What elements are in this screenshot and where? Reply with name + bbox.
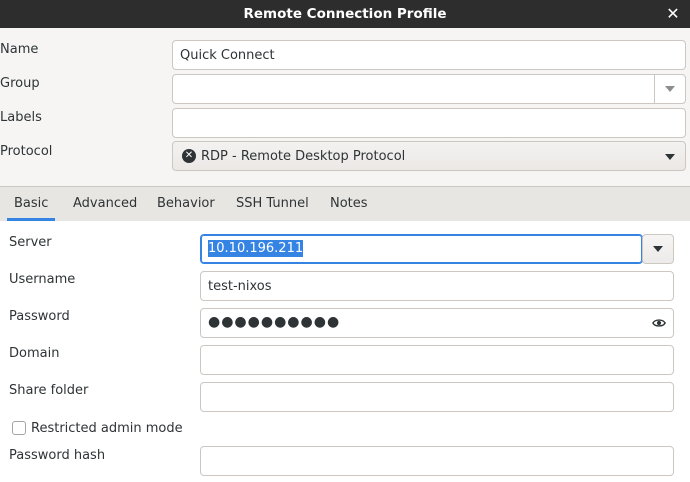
- tab-advanced[interactable]: Advanced: [66, 187, 144, 221]
- labels-label: Labels: [0, 110, 42, 125]
- tab-ssh-tunnel[interactable]: SSH Tunnel: [229, 187, 316, 221]
- group-combo[interactable]: [172, 74, 686, 104]
- domain-label: Domain: [9, 346, 60, 361]
- restricted-admin-label[interactable]: Restricted admin mode: [31, 421, 183, 436]
- username-label: Username: [9, 272, 76, 287]
- domain-input[interactable]: [201, 346, 673, 374]
- server-history-button[interactable]: [642, 234, 674, 264]
- password-label: Password: [9, 309, 70, 324]
- chevron-down-icon: [665, 86, 675, 92]
- password-hash-input[interactable]: [201, 447, 673, 475]
- basic-panel: Server 10.10.196.211 Username Password ●…: [0, 221, 690, 482]
- protocol-label: Protocol: [0, 144, 53, 159]
- server-field[interactable]: 10.10.196.211: [200, 234, 643, 264]
- server-value: 10.10.196.211: [208, 240, 304, 257]
- protocol-select[interactable]: ✕ RDP - Remote Desktop Protocol: [172, 141, 686, 171]
- share-folder-input[interactable]: [201, 383, 673, 411]
- share-folder-field[interactable]: [200, 382, 674, 412]
- domain-field[interactable]: [200, 345, 674, 375]
- username-field[interactable]: [200, 271, 674, 301]
- labels-field[interactable]: [172, 108, 686, 138]
- chevron-down-icon: [665, 154, 675, 160]
- tab-behavior[interactable]: Behavior: [150, 187, 222, 221]
- tab-notes[interactable]: Notes: [323, 187, 375, 221]
- password-value: ●●●●●●●●●●: [208, 314, 341, 330]
- password-hash-field[interactable]: [200, 446, 674, 476]
- server-label: Server: [9, 235, 52, 250]
- window-title: Remote Connection Profile: [243, 6, 447, 22]
- close-icon[interactable]: ✕: [664, 5, 682, 23]
- group-label: Group: [0, 76, 40, 91]
- name-label: Name: [0, 42, 39, 57]
- name-field[interactable]: [172, 40, 686, 70]
- group-input[interactable]: [173, 75, 655, 103]
- name-input[interactable]: [173, 41, 685, 69]
- tab-basic[interactable]: Basic: [7, 187, 56, 221]
- username-input[interactable]: [201, 272, 673, 300]
- share-folder-label: Share folder: [9, 383, 89, 398]
- group-dropdown-button[interactable]: [654, 75, 685, 103]
- password-field[interactable]: ●●●●●●●●●●: [200, 308, 674, 338]
- rdp-protocol-icon: ✕: [182, 149, 196, 163]
- eye-icon[interactable]: [652, 316, 666, 330]
- restricted-admin-checkbox[interactable]: [12, 421, 26, 435]
- labels-input[interactable]: [173, 109, 685, 137]
- server-input[interactable]: 10.10.196.211: [208, 240, 304, 257]
- chevron-down-icon: [653, 246, 663, 252]
- tab-bar: Basic Advanced Behavior SSH Tunnel Notes: [0, 186, 690, 222]
- title-bar: Remote Connection Profile ✕: [0, 0, 690, 28]
- password-hash-label: Password hash: [9, 448, 106, 463]
- protocol-value: RDP - Remote Desktop Protocol: [201, 149, 406, 164]
